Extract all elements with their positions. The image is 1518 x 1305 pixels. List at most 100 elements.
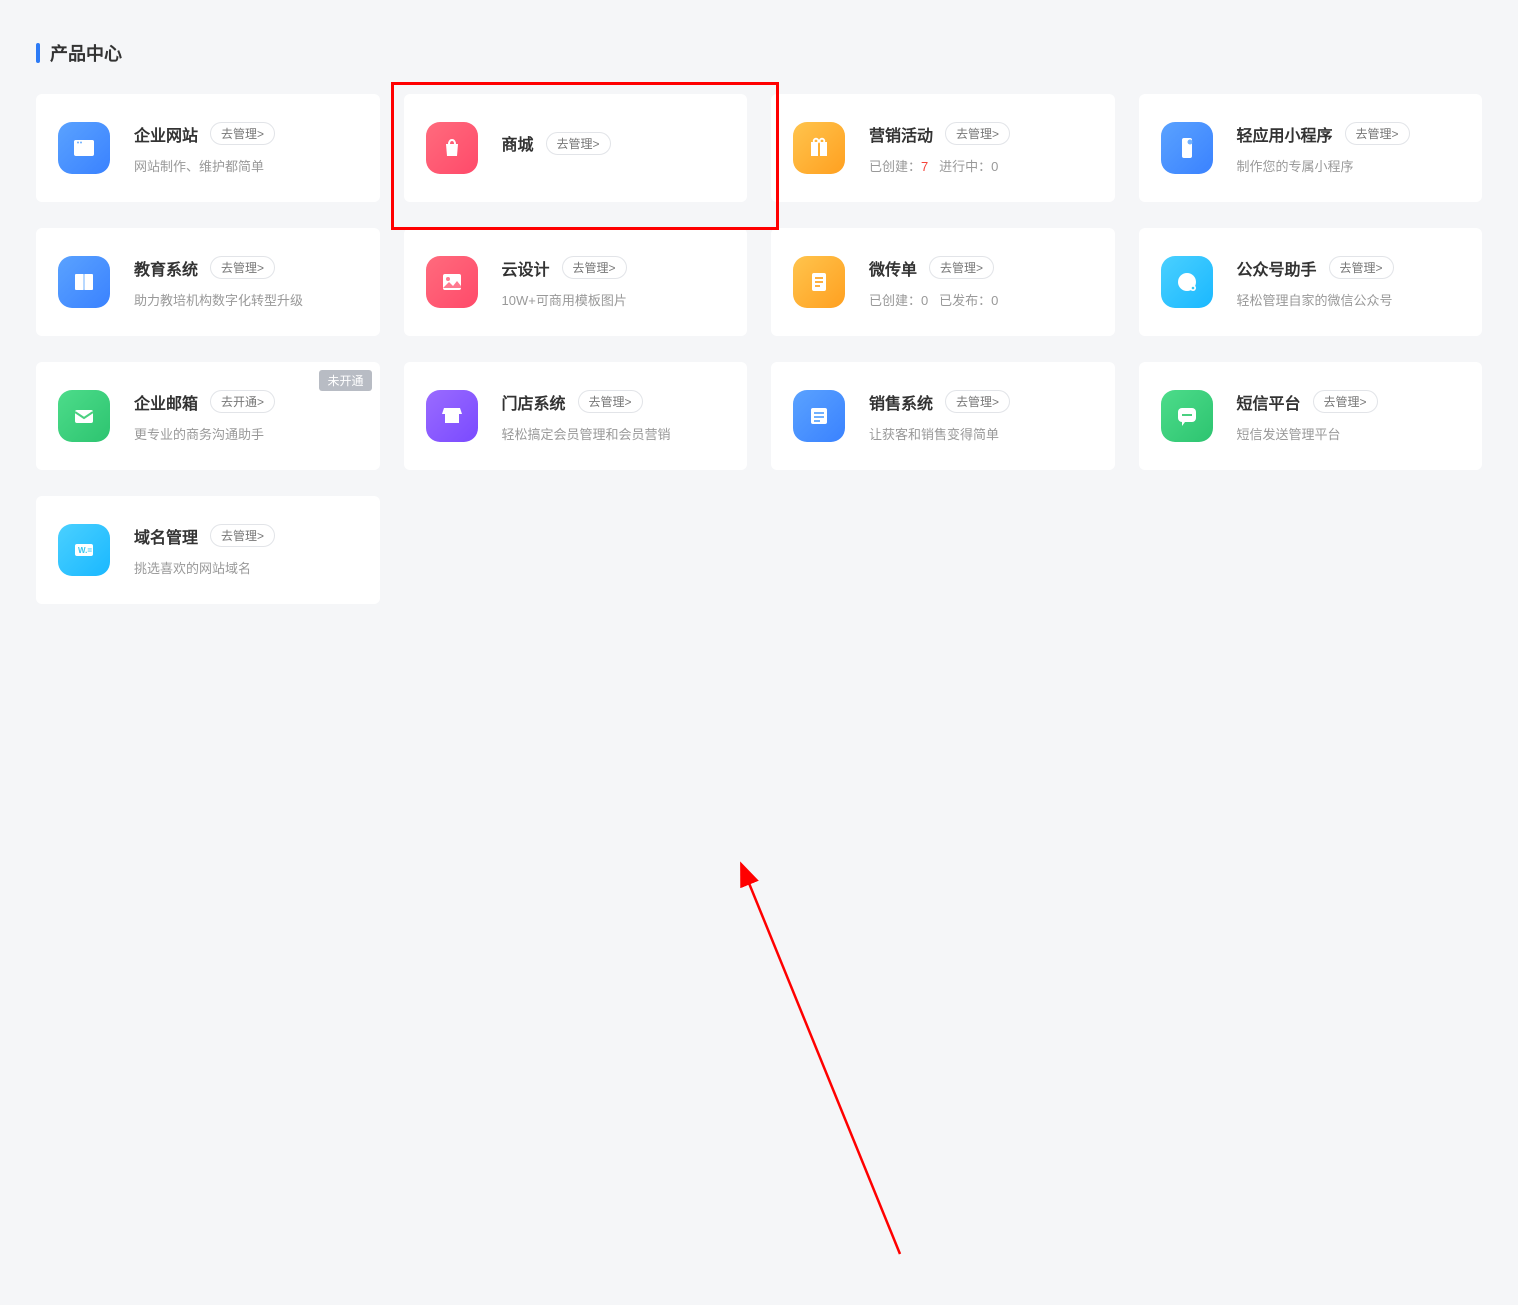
card-desc: 轻松搞定会员管理和会员营销 <box>502 424 726 443</box>
published-count: 0 <box>991 293 998 308</box>
card-content: 云设计去管理> 10W+可商用模板图片 <box>502 256 726 309</box>
product-card-shop[interactable]: 商城去管理> <box>404 94 748 202</box>
manage-button[interactable]: 去管理> <box>1313 390 1378 413</box>
manage-button[interactable]: 去管理> <box>929 256 994 279</box>
card-desc: 挑选喜欢的网站域名 <box>134 558 358 577</box>
card-title: 轻应用小程序 <box>1237 122 1333 146</box>
card-desc: 让获客和销售变得简单 <box>869 424 1093 443</box>
card-desc: 制作您的专属小程序 <box>1237 156 1461 175</box>
manage-button[interactable]: 去管理> <box>1345 122 1410 145</box>
card-content: 营销活动去管理> 已创建：7 进行中：0 <box>869 122 1093 175</box>
progress-count: 0 <box>991 159 998 174</box>
product-card-design[interactable]: 云设计去管理> 10W+可商用模板图片 <box>404 228 748 336</box>
card-title-row: 公众号助手去管理> <box>1237 256 1461 280</box>
manage-button[interactable]: 去管理> <box>210 524 275 547</box>
list-icon <box>793 390 845 442</box>
disabled-badge: 未开通 <box>319 370 371 391</box>
svg-text:W.=: W.= <box>78 546 92 555</box>
manage-button[interactable]: 去管理> <box>945 122 1010 145</box>
card-desc: 已创建：0 已发布：0 <box>869 290 1093 309</box>
card-title-row: 销售系统去管理> <box>869 390 1093 414</box>
wechat-icon <box>1161 256 1213 308</box>
enable-button[interactable]: 去开通> <box>210 390 275 413</box>
card-title-row: 教育系统去管理> <box>134 256 358 280</box>
card-title-row: 营销活动去管理> <box>869 122 1093 146</box>
card-content: 微传单去管理> 已创建：0 已发布：0 <box>869 256 1093 309</box>
manage-button[interactable]: 去管理> <box>945 390 1010 413</box>
mail-icon <box>58 390 110 442</box>
card-content: 教育系统去管理> 助力教培机构数字化转型升级 <box>134 256 358 309</box>
section-title-text: 产品中心 <box>50 40 122 66</box>
card-title-row: 企业邮箱去开通> <box>134 390 358 414</box>
product-card-site[interactable]: 企业网站去管理> 网站制作、维护都简单 <box>36 94 380 202</box>
manage-button[interactable]: 去管理> <box>1329 256 1394 279</box>
product-card-wechat[interactable]: 公众号助手去管理>轻松管理自家的微信公众号 <box>1139 228 1483 336</box>
card-desc: 网站制作、维护都简单 <box>134 156 358 175</box>
card-title: 域名管理 <box>134 524 198 548</box>
card-content: 商城去管理> <box>502 131 726 165</box>
product-card-store[interactable]: 门店系统去管理> 轻松搞定会员管理和会员营销 <box>404 362 748 470</box>
card-title-row: 门店系统去管理> <box>502 390 726 414</box>
card-title: 云设计 <box>502 256 550 280</box>
browser-icon <box>58 122 110 174</box>
card-content: 公众号助手去管理>轻松管理自家的微信公众号 <box>1237 256 1461 309</box>
product-card-miniapp[interactable]: 轻应用小程序去管理> 制作您的专属小程序 <box>1139 94 1483 202</box>
section-title: 产品中心 <box>36 40 1482 66</box>
card-title-row: 微传单去管理> <box>869 256 1093 280</box>
product-card-sms[interactable]: 短信平台去管理> 短信发送管理平台 <box>1139 362 1483 470</box>
card-desc: 短信发送管理平台 <box>1237 424 1461 443</box>
product-card-edu[interactable]: 教育系统去管理> 助力教培机构数字化转型升级 <box>36 228 380 336</box>
manage-button[interactable]: 去管理> <box>210 122 275 145</box>
card-title: 门店系统 <box>502 390 566 414</box>
product-grid: 企业网站去管理>网站制作、维护都简单商城去管理>营销活动去管理>已创建：7 进行… <box>36 94 1482 604</box>
card-title: 微传单 <box>869 256 917 280</box>
product-card-sales[interactable]: 销售系统去管理> 让获客和销售变得简单 <box>771 362 1115 470</box>
card-content: 短信平台去管理> 短信发送管理平台 <box>1237 390 1461 443</box>
gift-icon <box>793 122 845 174</box>
annotation-arrow <box>0 644 1518 1305</box>
manage-button[interactable]: 去管理> <box>546 132 611 155</box>
card-title-row: 云设计去管理> <box>502 256 726 280</box>
image-icon <box>426 256 478 308</box>
product-card-domain[interactable]: W.= 域名管理去管理> 挑选喜欢的网站域名 <box>36 496 380 604</box>
card-title: 教育系统 <box>134 256 198 280</box>
product-card-marketing[interactable]: 营销活动去管理> 已创建：7 进行中：0 <box>771 94 1115 202</box>
card-title-row: 域名管理去管理> <box>134 524 358 548</box>
card-title-row: 短信平台去管理> <box>1237 390 1461 414</box>
card-desc: 已创建：7 进行中：0 <box>869 156 1093 175</box>
manage-button[interactable]: 去管理> <box>210 256 275 279</box>
card-title: 短信平台 <box>1237 390 1301 414</box>
card-content: 域名管理去管理> 挑选喜欢的网站域名 <box>134 524 358 577</box>
card-content: 企业邮箱去开通> 更专业的商务沟通助手 <box>134 390 358 443</box>
card-title: 公众号助手 <box>1237 256 1317 280</box>
progress-label: 进行中： <box>939 159 991 174</box>
card-title: 营销活动 <box>869 122 933 146</box>
card-title-row: 轻应用小程序去管理> <box>1237 122 1461 146</box>
card-content: 门店系统去管理> 轻松搞定会员管理和会员营销 <box>502 390 726 443</box>
card-title-row: 企业网站去管理> <box>134 122 358 146</box>
manage-button[interactable]: 去管理> <box>578 390 643 413</box>
phone-icon <box>1161 122 1213 174</box>
card-title: 企业网站 <box>134 122 198 146</box>
chat-icon <box>1161 390 1213 442</box>
created-label: 已创建： <box>869 159 921 174</box>
published-label: 已发布： <box>939 293 991 308</box>
book-icon <box>58 256 110 308</box>
section-title-bar <box>36 43 40 63</box>
card-title: 企业邮箱 <box>134 390 198 414</box>
card-content: 轻应用小程序去管理> 制作您的专属小程序 <box>1237 122 1461 175</box>
card-title: 商城 <box>502 131 534 155</box>
storefront-icon <box>426 390 478 442</box>
card-desc: 10W+可商用模板图片 <box>502 290 726 309</box>
card-title: 销售系统 <box>869 390 933 414</box>
product-card-mail[interactable]: 企业邮箱去开通> 更专业的商务沟通助手 未开通 <box>36 362 380 470</box>
card-desc: 更专业的商务沟通助手 <box>134 424 358 443</box>
domain-icon: W.= <box>58 524 110 576</box>
card-title-row: 商城去管理> <box>502 131 726 155</box>
product-card-flyer[interactable]: 微传单去管理> 已创建：0 已发布：0 <box>771 228 1115 336</box>
card-content: 企业网站去管理> 网站制作、维护都简单 <box>134 122 358 175</box>
manage-button[interactable]: 去管理> <box>562 256 627 279</box>
card-content: 销售系统去管理> 让获客和销售变得简单 <box>869 390 1093 443</box>
page-icon <box>793 256 845 308</box>
card-desc: 助力教培机构数字化转型升级 <box>134 290 358 309</box>
